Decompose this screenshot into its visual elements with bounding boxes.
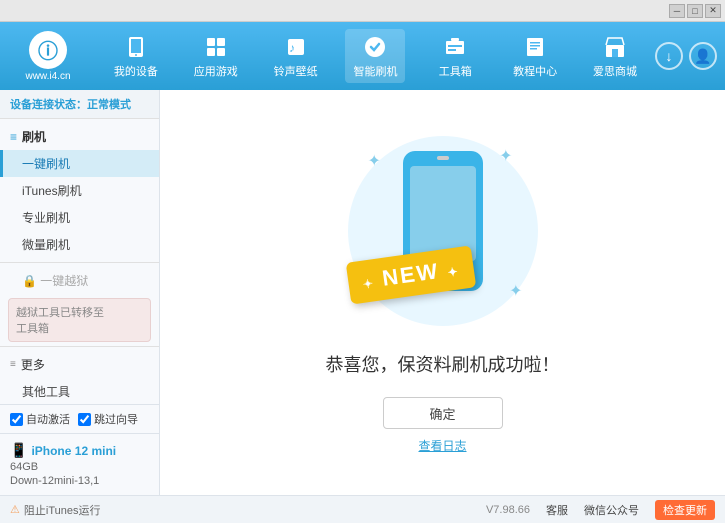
user-btn[interactable]: 👤 (689, 42, 717, 70)
nav-label-my-device: 我的设备 (114, 63, 158, 79)
stop-itunes-label[interactable]: 阻止iTunes运行 (24, 502, 101, 518)
sidebar-item-jailbreak-disabled: 🔒 一键越狱 (0, 267, 159, 294)
download-btn[interactable]: ↓ (655, 42, 683, 70)
maximize-btn[interactable]: □ (687, 4, 703, 18)
status-bar-top: 设备连接状态：正常模式 (0, 90, 159, 119)
store-icon (601, 33, 629, 61)
nav-item-tutorials[interactable]: 教程中心 (505, 29, 565, 83)
tools-icon (441, 33, 469, 61)
content-area: 设备连接状态：正常模式 ≡ 刷机 一键刷机 iTunes刷机 专业刷机 (0, 90, 725, 495)
nav-items: 我的设备 应用游戏 ♪ 铃声壁纸 智能刷机 (96, 29, 655, 83)
checkbox-auto-start[interactable]: 自动激活 (10, 411, 70, 427)
flash-section-label: 刷机 (22, 128, 46, 145)
success-title: 恭喜您，保资料刷机成功啦！ (326, 351, 560, 377)
checkbox-auto-start-input[interactable] (10, 413, 23, 426)
checkbox-skip-wizard[interactable]: 跳过向导 (78, 411, 138, 427)
smart-shop-icon (361, 33, 389, 61)
nav-label-tools: 工具箱 (439, 63, 472, 79)
sidebar: 设备连接状态：正常模式 ≡ 刷机 一键刷机 iTunes刷机 专业刷机 (0, 90, 160, 495)
sidebar-warning: 越狱工具已转移至工具箱 (8, 298, 151, 342)
sparkle-1: ✦ (368, 151, 381, 171)
main-content: ✦ NEW ✦ ✦ ✦ ✦ 恭喜您，保资料刷机成功啦！ 确定 查看日志 (160, 90, 725, 495)
nav-label-tutorials: 教程中心 (513, 63, 557, 79)
nav-label-smart-shop: 智能刷机 (353, 63, 397, 79)
stop-itunes-icon: ⚠ (10, 503, 20, 516)
device-icon (122, 33, 150, 61)
wechat-link[interactable]: 微信公众号 (584, 502, 639, 518)
nav-item-tools[interactable]: 工具箱 (425, 29, 485, 83)
customer-service-link[interactable]: 客服 (546, 502, 568, 518)
more-section-label: 更多 (21, 356, 45, 373)
sidebar-bottom: 📱 iPhone 12 mini 64GB Down-12mini-13,1 (0, 433, 159, 495)
flash-section-header: ≡ 刷机 (0, 123, 159, 150)
phone-speaker (437, 156, 449, 160)
checkbox-auto-start-label: 自动激活 (26, 411, 70, 427)
minimize-btn[interactable]: ─ (669, 4, 685, 18)
nav-item-my-device[interactable]: 我的设备 (106, 29, 166, 83)
logo-area: ⓘ www.i4.cn (8, 31, 88, 82)
nav-label-shop: 爱思商城 (593, 63, 637, 79)
nav-label-ringtones: 铃声壁纸 (274, 63, 318, 79)
sidebar-divider-1 (0, 262, 159, 263)
svg-text:♪: ♪ (289, 41, 295, 55)
update-button[interactable]: 检查更新 (655, 500, 715, 520)
more-section-header: ≡ 更多 (0, 351, 159, 378)
sparkle-3: ✦ (509, 281, 522, 301)
logo-icon: ⓘ (29, 31, 67, 69)
device-firmware: Down-12mini-13,1 (10, 475, 149, 487)
device-name: iPhone 12 mini (31, 444, 116, 458)
sidebar-content: ≡ 刷机 一键刷机 iTunes刷机 专业刷机 微量刷机 🔒 一键越狱 (0, 119, 159, 404)
device-storage: 64GB (10, 461, 149, 473)
top-nav: ⓘ www.i4.cn 我的设备 应用游戏 ♪ 铃声壁纸 (0, 22, 725, 90)
more-section-icon: ≡ (10, 359, 16, 370)
title-bar: ─ □ ✕ (0, 0, 725, 22)
bottom-right: V7.98.66 客服 微信公众号 检查更新 (486, 500, 715, 520)
device-icon-row: 📱 iPhone 12 mini (10, 442, 149, 459)
go-to-link[interactable]: 查看日志 (418, 437, 466, 454)
nav-item-ringtones[interactable]: ♪ 铃声壁纸 (266, 29, 326, 83)
sidebar-divider-2 (0, 346, 159, 347)
logo-text: www.i4.cn (25, 71, 70, 82)
sidebar-item-pro-flash[interactable]: 专业刷机 (0, 204, 159, 231)
sparkle-2: ✦ (499, 146, 512, 166)
sidebar-item-micro-flash[interactable]: 微量刷机 (0, 231, 159, 258)
success-illustration: ✦ NEW ✦ ✦ ✦ ✦ (343, 131, 543, 331)
checkbox-skip-wizard-input[interactable] (78, 413, 91, 426)
status-value: 正常模式 (87, 99, 131, 111)
sidebar-item-one-key-flash[interactable]: 一键刷机 (0, 150, 159, 177)
version-label: V7.98.66 (486, 504, 530, 516)
app-container: ⓘ www.i4.cn 我的设备 应用游戏 ♪ 铃声壁纸 (0, 22, 725, 523)
bottom-bar: ⚠ 阻止iTunes运行 V7.98.66 客服 微信公众号 检查更新 (0, 495, 725, 523)
checkbox-skip-wizard-label: 跳过向导 (94, 411, 138, 427)
close-btn[interactable]: ✕ (705, 4, 721, 18)
nav-item-smart-shop[interactable]: 智能刷机 (345, 29, 405, 83)
bottom-left: ⚠ 阻止iTunes运行 (10, 502, 100, 518)
nav-item-apps[interactable]: 应用游戏 (186, 29, 246, 83)
nav-label-apps: 应用游戏 (194, 63, 238, 79)
checkboxes-row: 自动激活 跳过向导 (0, 404, 159, 433)
apps-icon (202, 33, 230, 61)
confirm-button[interactable]: 确定 (383, 397, 503, 429)
new-badge-text: ✦ NEW ✦ (360, 255, 460, 293)
nav-right: ↓ 👤 (655, 42, 717, 70)
status-label: 设备连接状态： (10, 99, 87, 111)
sidebar-item-other-tools[interactable]: 其他工具 (0, 378, 159, 404)
flash-section-icon: ≡ (10, 130, 17, 144)
device-phone-icon: 📱 (10, 442, 27, 459)
tutorial-icon (521, 33, 549, 61)
nav-item-shop[interactable]: 爱思商城 (585, 29, 645, 83)
ringtone-icon: ♪ (282, 33, 310, 61)
sidebar-item-itunes-flash[interactable]: iTunes刷机 (0, 177, 159, 204)
